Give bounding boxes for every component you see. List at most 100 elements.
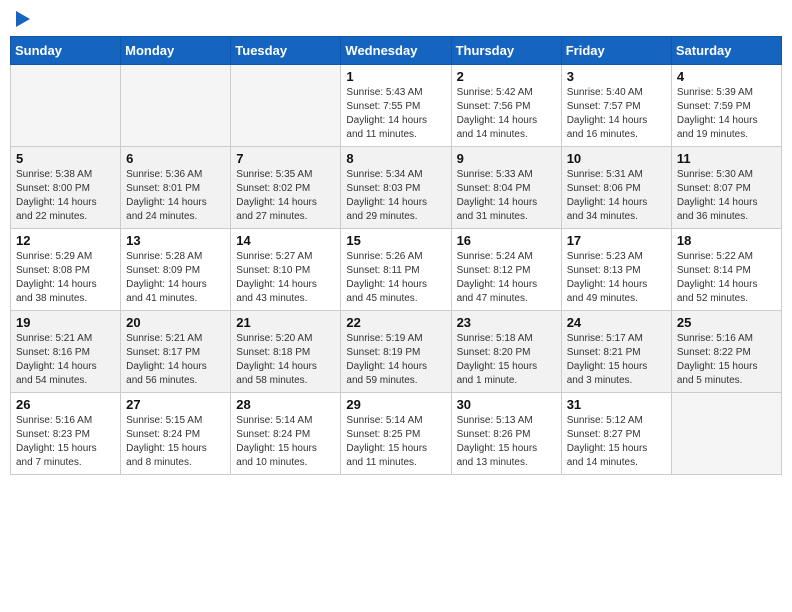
day-of-week-header: Wednesday	[341, 37, 451, 65]
day-info: Sunrise: 5:26 AM Sunset: 8:11 PM Dayligh…	[346, 250, 445, 306]
day-number: 24	[567, 315, 666, 330]
calendar-day-cell: 12 Sunrise: 5:29 AM Sunset: 8:08 PM Dayli…	[11, 229, 121, 311]
calendar-day-cell: 6 Sunrise: 5:36 AM Sunset: 8:01 PM Daylig…	[121, 147, 231, 229]
calendar-day-cell	[231, 65, 341, 147]
calendar-day-cell: 31 Sunrise: 5:12 AM Sunset: 8:27 PM Dayli…	[561, 393, 671, 475]
day-of-week-header: Saturday	[671, 37, 781, 65]
day-number: 7	[236, 151, 335, 166]
day-number: 23	[457, 315, 556, 330]
day-number: 26	[16, 397, 115, 412]
day-number: 1	[346, 69, 445, 84]
calendar-day-cell: 8 Sunrise: 5:34 AM Sunset: 8:03 PM Daylig…	[341, 147, 451, 229]
calendar-day-cell: 14 Sunrise: 5:27 AM Sunset: 8:10 PM Dayli…	[231, 229, 341, 311]
calendar-day-cell: 30Sunrise: 5:13 AM Sunset: 8:26 PM Dayli…	[451, 393, 561, 475]
day-number: 9	[457, 151, 556, 166]
day-info: Sunrise: 5:42 AM Sunset: 7:56 PM Dayligh…	[457, 86, 556, 142]
day-info: Sunrise: 5:24 AM Sunset: 8:12 PM Dayligh…	[457, 250, 556, 306]
day-info: Sunrise: 5:28 AM Sunset: 8:09 PM Dayligh…	[126, 250, 225, 306]
logo	[14, 10, 30, 28]
calendar-day-cell: 18Sunrise: 5:22 AM Sunset: 8:14 PM Dayli…	[671, 229, 781, 311]
day-info: Sunrise: 5:13 AM Sunset: 8:26 PM Dayligh…	[457, 414, 556, 470]
day-info: Sunrise: 5:27 AM Sunset: 8:10 PM Dayligh…	[236, 250, 335, 306]
day-number: 29	[346, 397, 445, 412]
day-info: Sunrise: 5:12 AM Sunset: 8:27 PM Dayligh…	[567, 414, 666, 470]
calendar-day-cell: 13 Sunrise: 5:28 AM Sunset: 8:09 PM Dayli…	[121, 229, 231, 311]
day-info: Sunrise: 5:34 AM Sunset: 8:03 PM Dayligh…	[346, 168, 445, 224]
day-of-week-header: Thursday	[451, 37, 561, 65]
day-info: Sunrise: 5:14 AM Sunset: 8:25 PM Dayligh…	[346, 414, 445, 470]
page-header	[10, 10, 782, 28]
day-number: 16	[457, 233, 556, 248]
calendar-day-cell: 3 Sunrise: 5:40 AM Sunset: 7:57 PM Daylig…	[561, 65, 671, 147]
day-info: Sunrise: 5:15 AM Sunset: 8:24 PM Dayligh…	[126, 414, 225, 470]
calendar-day-cell: 19 Sunrise: 5:21 AM Sunset: 8:16 PM Dayli…	[11, 311, 121, 393]
day-number: 27	[126, 397, 225, 412]
day-info: Sunrise: 5:21 AM Sunset: 8:16 PM Dayligh…	[16, 332, 115, 388]
day-of-week-header: Monday	[121, 37, 231, 65]
calendar-day-cell: 26 Sunrise: 5:16 AM Sunset: 8:23 PM Dayli…	[11, 393, 121, 475]
day-number: 21	[236, 315, 335, 330]
calendar-day-cell: 9Sunrise: 5:33 AM Sunset: 8:04 PM Daylig…	[451, 147, 561, 229]
day-number: 28	[236, 397, 335, 412]
day-number: 11	[677, 151, 776, 166]
calendar-week-row: 19 Sunrise: 5:21 AM Sunset: 8:16 PM Dayli…	[11, 311, 782, 393]
day-number: 2	[457, 69, 556, 84]
day-number: 6	[126, 151, 225, 166]
day-of-week-header: Friday	[561, 37, 671, 65]
day-number: 8	[346, 151, 445, 166]
calendar-day-cell: 11 Sunrise: 5:30 AM Sunset: 8:07 PM Dayli…	[671, 147, 781, 229]
calendar-day-cell	[121, 65, 231, 147]
calendar-day-cell: 24 Sunrise: 5:17 AM Sunset: 8:21 PM Dayli…	[561, 311, 671, 393]
day-number: 19	[16, 315, 115, 330]
day-info: Sunrise: 5:18 AM Sunset: 8:20 PM Dayligh…	[457, 332, 556, 388]
calendar-day-cell	[11, 65, 121, 147]
calendar-day-cell: 5 Sunrise: 5:38 AM Sunset: 8:00 PM Daylig…	[11, 147, 121, 229]
day-info: Sunrise: 5:40 AM Sunset: 7:57 PM Dayligh…	[567, 86, 666, 142]
calendar-table: SundayMondayTuesdayWednesdayThursdayFrid…	[10, 36, 782, 475]
calendar-day-cell: 25Sunrise: 5:16 AM Sunset: 8:22 PM Dayli…	[671, 311, 781, 393]
day-info: Sunrise: 5:39 AM Sunset: 7:59 PM Dayligh…	[677, 86, 776, 142]
day-number: 25	[677, 315, 776, 330]
day-info: Sunrise: 5:38 AM Sunset: 8:00 PM Dayligh…	[16, 168, 115, 224]
day-number: 5	[16, 151, 115, 166]
day-info: Sunrise: 5:36 AM Sunset: 8:01 PM Dayligh…	[126, 168, 225, 224]
day-info: Sunrise: 5:20 AM Sunset: 8:18 PM Dayligh…	[236, 332, 335, 388]
calendar-day-cell: 21 Sunrise: 5:20 AM Sunset: 8:18 PM Dayli…	[231, 311, 341, 393]
day-number: 13	[126, 233, 225, 248]
calendar-day-cell: 10 Sunrise: 5:31 AM Sunset: 8:06 PM Dayli…	[561, 147, 671, 229]
calendar-day-cell: 17Sunrise: 5:23 AM Sunset: 8:13 PM Dayli…	[561, 229, 671, 311]
day-info: Sunrise: 5:43 AM Sunset: 7:55 PM Dayligh…	[346, 86, 445, 142]
day-number: 12	[16, 233, 115, 248]
calendar-day-cell: 15 Sunrise: 5:26 AM Sunset: 8:11 PM Dayli…	[341, 229, 451, 311]
day-info: Sunrise: 5:29 AM Sunset: 8:08 PM Dayligh…	[16, 250, 115, 306]
calendar-day-cell: 20 Sunrise: 5:21 AM Sunset: 8:17 PM Dayli…	[121, 311, 231, 393]
day-number: 31	[567, 397, 666, 412]
calendar-day-cell: 23 Sunrise: 5:18 AM Sunset: 8:20 PM Dayli…	[451, 311, 561, 393]
day-info: Sunrise: 5:35 AM Sunset: 8:02 PM Dayligh…	[236, 168, 335, 224]
day-of-week-header: Tuesday	[231, 37, 341, 65]
calendar-day-cell: 2 Sunrise: 5:42 AM Sunset: 7:56 PM Daylig…	[451, 65, 561, 147]
calendar-day-cell: 27 Sunrise: 5:15 AM Sunset: 8:24 PM Dayli…	[121, 393, 231, 475]
day-number: 10	[567, 151, 666, 166]
day-number: 20	[126, 315, 225, 330]
day-number: 4	[677, 69, 776, 84]
logo-arrow-icon	[16, 11, 30, 27]
day-info: Sunrise: 5:16 AM Sunset: 8:23 PM Dayligh…	[16, 414, 115, 470]
day-of-week-header: Sunday	[11, 37, 121, 65]
calendar-day-cell: 29 Sunrise: 5:14 AM Sunset: 8:25 PM Dayli…	[341, 393, 451, 475]
day-info: Sunrise: 5:21 AM Sunset: 8:17 PM Dayligh…	[126, 332, 225, 388]
day-number: 3	[567, 69, 666, 84]
calendar-header-row: SundayMondayTuesdayWednesdayThursdayFrid…	[11, 37, 782, 65]
calendar-day-cell: 28 Sunrise: 5:14 AM Sunset: 8:24 PM Dayli…	[231, 393, 341, 475]
day-info: Sunrise: 5:17 AM Sunset: 8:21 PM Dayligh…	[567, 332, 666, 388]
day-info: Sunrise: 5:31 AM Sunset: 8:06 PM Dayligh…	[567, 168, 666, 224]
calendar-week-row: 12 Sunrise: 5:29 AM Sunset: 8:08 PM Dayli…	[11, 229, 782, 311]
day-number: 14	[236, 233, 335, 248]
day-number: 15	[346, 233, 445, 248]
calendar-day-cell	[671, 393, 781, 475]
day-info: Sunrise: 5:30 AM Sunset: 8:07 PM Dayligh…	[677, 168, 776, 224]
day-info: Sunrise: 5:14 AM Sunset: 8:24 PM Dayligh…	[236, 414, 335, 470]
day-number: 18	[677, 233, 776, 248]
day-number: 22	[346, 315, 445, 330]
day-info: Sunrise: 5:23 AM Sunset: 8:13 PM Dayligh…	[567, 250, 666, 306]
